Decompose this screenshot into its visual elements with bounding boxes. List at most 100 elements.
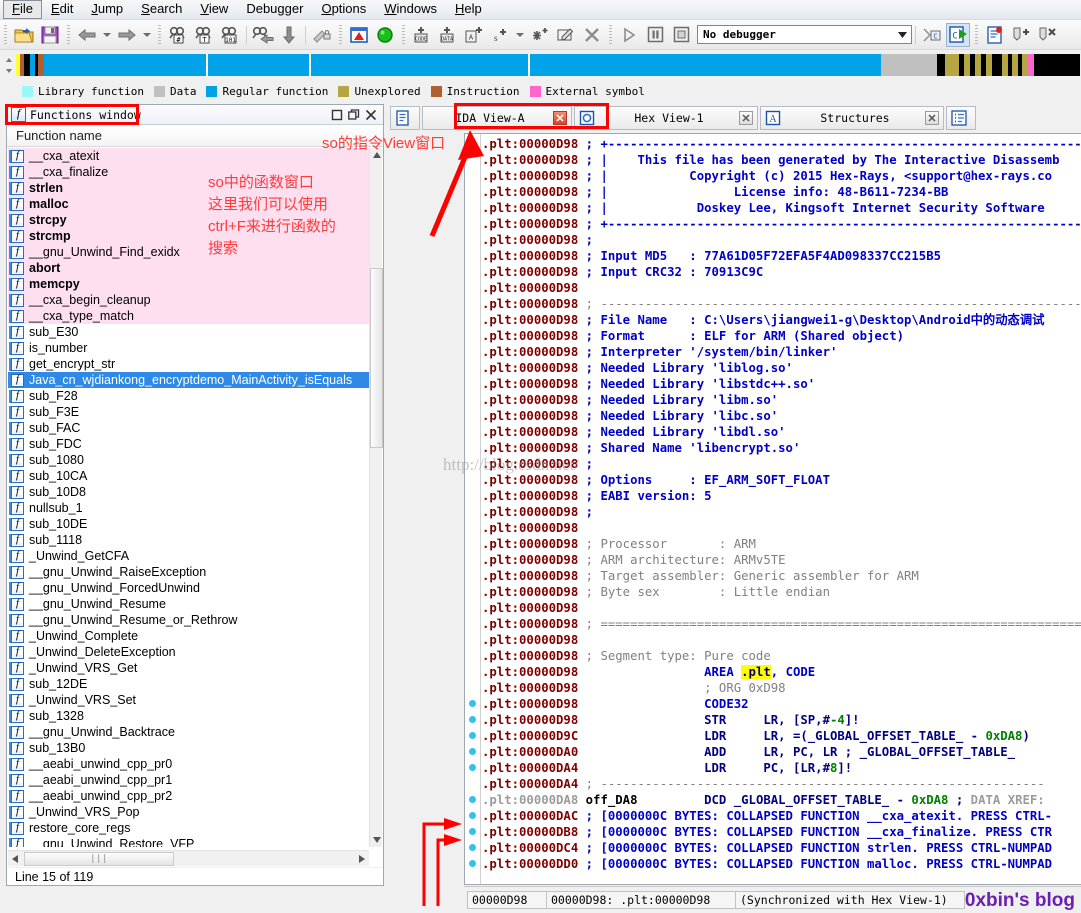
- menu-windows[interactable]: Windows: [375, 0, 446, 19]
- function-list-row[interactable]: sub_1118: [8, 532, 369, 548]
- delete-icon[interactable]: [580, 23, 604, 47]
- disassembly-line[interactable]: .plt:00000D98: [482, 280, 1081, 296]
- disassembly-line[interactable]: .plt:00000D98: [482, 520, 1081, 536]
- function-list-row[interactable]: sub_F28: [8, 388, 369, 404]
- disassembly-line[interactable]: .plt:00000D98 ; Format : ELF for ARM (Sh…: [482, 328, 1081, 344]
- function-list-row[interactable]: __gnu_Unwind_Backtrace: [8, 724, 369, 740]
- tab-close-icon[interactable]: ✕: [925, 111, 939, 125]
- function-list-row[interactable]: _Unwind_VRS_Set: [8, 692, 369, 708]
- function-list-row[interactable]: _Unwind_DeleteException: [8, 644, 369, 660]
- make-struct-icon[interactable]: s: [488, 23, 512, 47]
- tab-enums-icon[interactable]: [946, 106, 976, 130]
- disassembly-line[interactable]: .plt:00000D98 ; Target assembler: Generi…: [482, 568, 1081, 584]
- disassembly-line[interactable]: .plt:00000D98 ; ========================…: [482, 616, 1081, 632]
- scroll-left-icon[interactable]: [8, 851, 22, 866]
- function-list-row[interactable]: __cxa_atexit: [8, 148, 369, 164]
- function-list-row[interactable]: get_encrypt_str: [8, 356, 369, 372]
- hscrollbar-thumb[interactable]: |||: [24, 852, 174, 866]
- function-list-row[interactable]: strcpy: [8, 212, 369, 228]
- function-list-row[interactable]: _Unwind_VRS_Get: [8, 660, 369, 676]
- decompile-run-icon[interactable]: C: [946, 23, 970, 47]
- function-list-row[interactable]: _Unwind_Complete: [8, 628, 369, 644]
- green-circle-icon[interactable]: [373, 23, 397, 47]
- toolbar-grip[interactable]: [4, 25, 7, 45]
- navband-up-arrow-icon[interactable]: [6, 58, 12, 62]
- disassembly-line[interactable]: .plt:00000D98 ; Needed Library 'libstdc+…: [482, 376, 1081, 392]
- disassembly-line[interactable]: .plt:00000D98 CODE32: [482, 696, 1081, 712]
- toolbar-grip-edit[interactable]: [402, 25, 405, 45]
- disassembly-line[interactable]: .plt:00000D98 ; Input CRC32 : 70913C9C: [482, 264, 1081, 280]
- pause-icon[interactable]: [643, 23, 667, 47]
- disassembly-line[interactable]: .plt:00000D98 ; | License info: 48-B611-…: [482, 184, 1081, 200]
- toolbar-grip-nav[interactable]: [67, 25, 70, 45]
- collapsed-marker-icon[interactable]: [469, 796, 476, 803]
- navband-segment[interactable]: [44, 54, 206, 76]
- disassembly-line[interactable]: .plt:00000DB8 ; [0000000C BYTES: COLLAPS…: [482, 824, 1081, 840]
- scroll-right-icon[interactable]: [355, 851, 369, 866]
- disassembly-line[interactable]: .plt:00000D98 ; File Name : C:\Users\jia…: [482, 312, 1081, 328]
- navigation-band[interactable]: [16, 54, 1080, 76]
- collapsed-marker-icon[interactable]: [469, 812, 476, 819]
- ida-view-a-disassembly[interactable]: .plt:00000D98 ; +-----------------------…: [464, 133, 1081, 885]
- function-list-row[interactable]: strcmp: [8, 228, 369, 244]
- debugger-select[interactable]: No debugger: [697, 25, 912, 44]
- disassembly-line[interactable]: .plt:00000DA8 off_DA8 DCD _GLOBAL_OFFSET…: [482, 792, 1081, 808]
- function-list-row[interactable]: Java_cn_wjdiankong_encryptdemo_MainActiv…: [8, 372, 369, 388]
- function-list-row[interactable]: sub_E30: [8, 324, 369, 340]
- collapsed-marker-icon[interactable]: [469, 860, 476, 867]
- disassembly-line[interactable]: .plt:00000D98 ; | Doskey Lee, Kingsoft I…: [482, 200, 1081, 216]
- function-list-row[interactable]: strlen: [8, 180, 369, 196]
- nav-back-icon[interactable]: [75, 23, 99, 47]
- disassembly-line[interactable]: .plt:00000D98 ;: [482, 232, 1081, 248]
- disassembly-line[interactable]: .plt:00000D98 ; ORG 0xD98: [482, 680, 1081, 696]
- function-list-row[interactable]: restore_core_regs: [8, 820, 369, 836]
- toolbar-grip-search[interactable]: [158, 25, 161, 45]
- save-icon[interactable]: [38, 23, 62, 47]
- collapsed-marker-icon[interactable]: [469, 732, 476, 739]
- function-list-row[interactable]: sub_1328: [8, 708, 369, 724]
- disassembly-line[interactable]: .plt:00000DA4 LDR PC, [LR,#8]!: [482, 760, 1081, 776]
- navband-segment[interactable]: [311, 54, 528, 76]
- disassembly-line[interactable]: .plt:00000D98 ; Interpreter '/system/bin…: [482, 344, 1081, 360]
- functions-column-header[interactable]: Function name: [7, 125, 383, 147]
- navband-segment[interactable]: [1027, 54, 1034, 76]
- function-list-row[interactable]: __gnu_Unwind_Resume_or_Rethrow: [8, 612, 369, 628]
- disassembly-line[interactable]: .plt:00000D98 ; Needed Library 'liblog.s…: [482, 360, 1081, 376]
- menu-debugger[interactable]: Debugger: [237, 0, 312, 19]
- menu-file[interactable]: File: [3, 0, 42, 19]
- decompile-icon[interactable]: C: [920, 23, 944, 47]
- function-list-row[interactable]: nullsub_1: [8, 500, 369, 516]
- disassembly-line[interactable]: .plt:00000D98 ; ARM architecture: ARMv5T…: [482, 552, 1081, 568]
- disassembly-line[interactable]: .plt:00000D98 ; ------------------------…: [482, 296, 1081, 312]
- menu-help[interactable]: Help: [446, 0, 491, 19]
- function-list-row[interactable]: __gnu_Unwind_Restore_VFP: [8, 836, 369, 847]
- function-list-row[interactable]: __aeabi_unwind_cpp_pr2: [8, 788, 369, 804]
- delete-breakpoint-icon[interactable]: [1035, 23, 1059, 47]
- make-struct-dropdown-icon[interactable]: [516, 33, 524, 37]
- disassembly-line[interactable]: .plt:00000DC4 ; [0000000C BYTES: COLLAPS…: [482, 840, 1081, 856]
- tab-structures[interactable]: AStructures✕: [760, 106, 944, 130]
- function-list-row[interactable]: sub_10DE: [8, 516, 369, 532]
- make-data-icon[interactable]: DATA: [436, 23, 460, 47]
- tab-close-icon[interactable]: ✕: [553, 111, 567, 125]
- function-list-row[interactable]: __aeabi_unwind_cpp_pr0: [8, 756, 369, 772]
- navband-segment[interactable]: [881, 54, 937, 76]
- tab-close-icon[interactable]: ✕: [739, 111, 753, 125]
- function-list-row[interactable]: _Unwind_VRS_Pop: [8, 804, 369, 820]
- menu-search[interactable]: Search: [132, 0, 191, 19]
- open-folder-icon[interactable]: [12, 23, 36, 47]
- disassembly-line[interactable]: .plt:00000D98 STR LR, [SP,#-4]!: [482, 712, 1081, 728]
- navband-segment[interactable]: [937, 54, 945, 76]
- navband-segment[interactable]: [208, 54, 309, 76]
- disassembly-line[interactable]: .plt:00000DA0 ADD LR, PC, LR ; _GLOBAL_O…: [482, 744, 1081, 760]
- function-list-row[interactable]: __cxa_begin_cleanup: [8, 292, 369, 308]
- make-code-icon[interactable]: CODE: [410, 23, 434, 47]
- collapsed-marker-icon[interactable]: [469, 700, 476, 707]
- nav-back-dropdown-icon[interactable]: [103, 33, 111, 37]
- function-list-row[interactable]: __gnu_Unwind_RaiseException: [8, 564, 369, 580]
- function-list-row[interactable]: sub_1080: [8, 452, 369, 468]
- disassembly-line[interactable]: .plt:00000DAC ; [0000000C BYTES: COLLAPS…: [482, 808, 1081, 824]
- disassembly-line[interactable]: .plt:00000D98 ; Input MD5 : 77A61D05F72E…: [482, 248, 1081, 264]
- toolbar-grip-bp[interactable]: [975, 25, 978, 45]
- jump-down-icon[interactable]: [277, 23, 301, 47]
